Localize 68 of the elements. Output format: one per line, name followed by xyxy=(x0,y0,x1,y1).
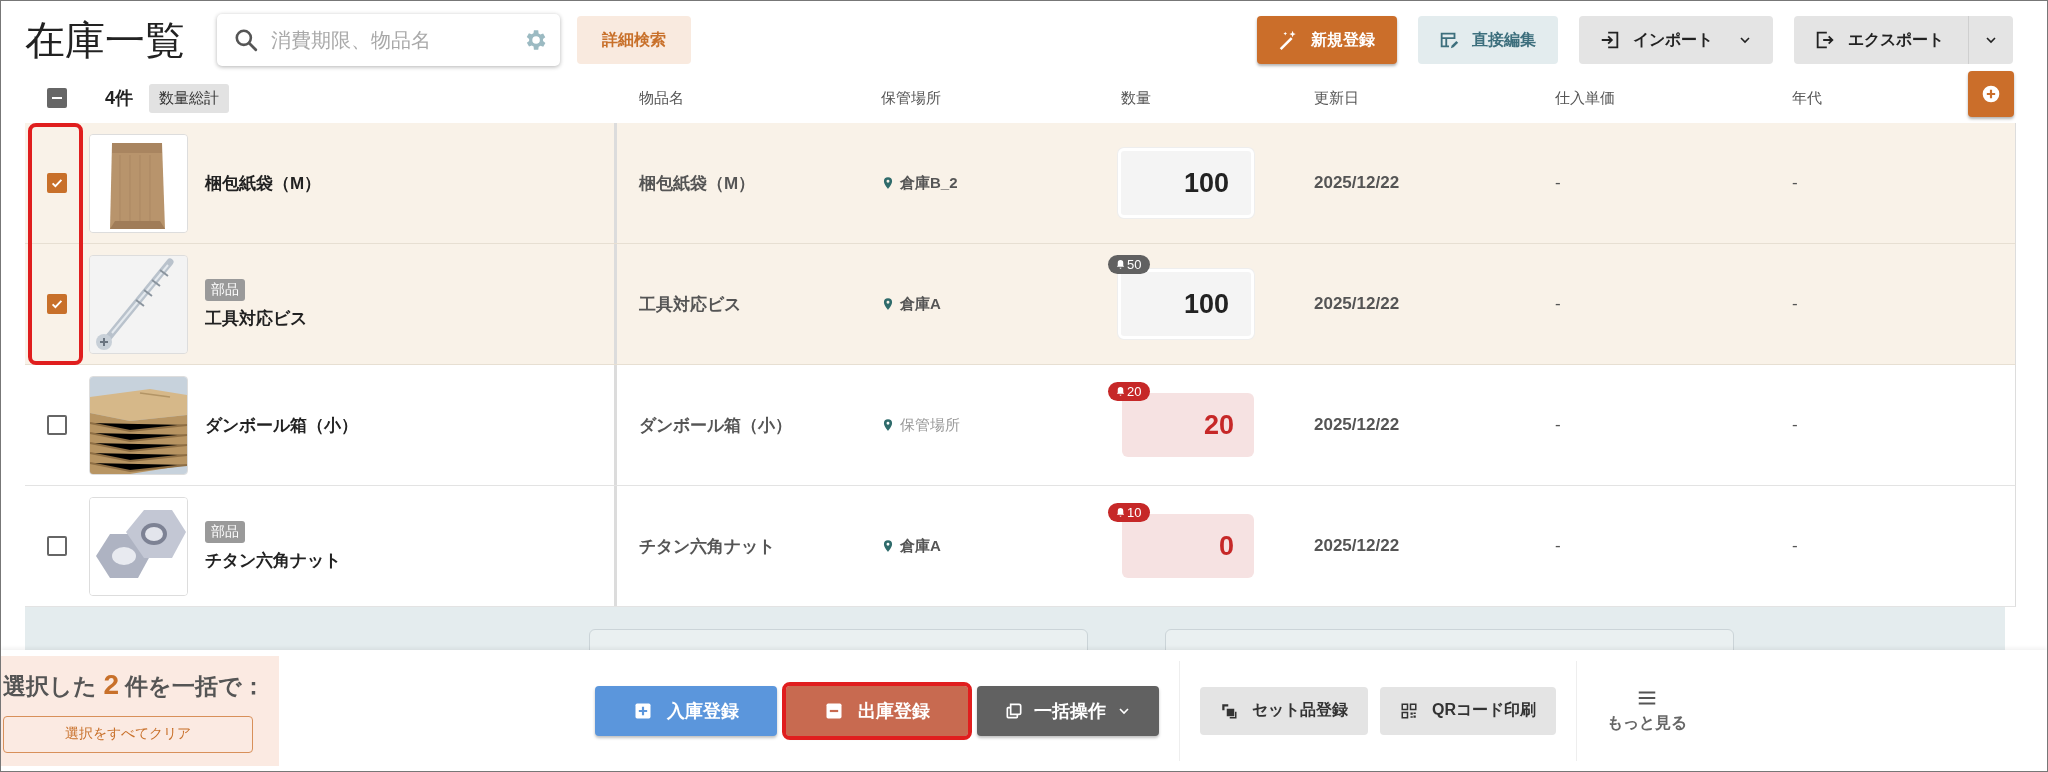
table-cell: - xyxy=(1792,536,1798,556)
category-tag: 部品 xyxy=(205,278,245,301)
table-row[interactable]: ダンボール箱（小） ダンボール箱（小） 保管場所 20 20 2025/12/22 - - xyxy=(25,365,2016,486)
set-icon xyxy=(1220,701,1238,720)
plus-circle-icon xyxy=(1981,84,2001,104)
table-cell-text: ダンボール箱（小） xyxy=(639,414,792,437)
product-name[interactable]: 梱包紙袋（M） xyxy=(205,171,322,195)
search-field[interactable]: 消費期限、物品名 xyxy=(269,27,512,53)
item-count: 4件 xyxy=(105,87,133,110)
column-header: 数量 xyxy=(1121,88,1151,106)
column-header: 物品名 xyxy=(639,88,684,106)
row-checkbox[interactable] xyxy=(47,294,67,314)
page-title: 在庫一覧 xyxy=(25,16,185,64)
select-all-checkbox[interactable] xyxy=(47,88,67,108)
location-placeholder: 保管場所 xyxy=(900,415,960,435)
set-item-button[interactable]: セット品登録 xyxy=(1200,686,1368,735)
new-item-button[interactable]: 新規登録 xyxy=(1257,16,1397,64)
product-name[interactable]: 工具対応ビス xyxy=(205,306,307,330)
row-checkbox[interactable] xyxy=(47,536,67,556)
qr-print-button[interactable]: QRコード印刷 xyxy=(1380,686,1556,735)
alert-threshold-badge: 10 xyxy=(1108,503,1151,522)
export-icon xyxy=(1814,29,1836,51)
table-cell-text: 梱包紙袋（M） xyxy=(639,172,756,195)
bell-icon xyxy=(1115,259,1126,270)
table-row[interactable]: 部品 工具対応ビス 工具対応ビス 倉庫A 100 50 2025/12/22 - - xyxy=(25,244,2016,365)
table-cell: 2025/12/22 xyxy=(1314,536,1400,556)
search-icon xyxy=(233,27,259,53)
table-cell: - xyxy=(1555,173,1561,193)
row-checkbox[interactable] xyxy=(47,173,67,193)
table-cell: 2025/12/22 xyxy=(1314,415,1400,435)
row-checkbox[interactable] xyxy=(47,415,67,435)
table-cell: - xyxy=(1555,415,1561,435)
column-header: 更新日 xyxy=(1314,88,1359,106)
import-button[interactable]: インポート xyxy=(1579,16,1773,64)
direct-edit-button[interactable]: 直接編集 xyxy=(1418,16,1558,64)
bulk-operation-button[interactable]: 一括操作 xyxy=(977,685,1159,736)
selection-summary: 選択した 2 件を一括で： xyxy=(3,668,267,702)
table-cell: 2025/12/22 xyxy=(1314,294,1400,314)
location-text: 倉庫B_2 xyxy=(900,173,958,193)
location-text: 倉庫A xyxy=(900,536,941,556)
table-cell: - xyxy=(1792,415,1798,435)
category-tag: 部品 xyxy=(205,520,245,543)
alert-threshold-badge: 50 xyxy=(1108,255,1151,274)
table-row[interactable]: 梱包紙袋（M） 梱包紙袋（M） 倉庫B_2 100 2025/12/22 - - xyxy=(25,123,2016,244)
location-text: 倉庫A xyxy=(900,294,941,314)
table-cell-text: 工具対応ビス xyxy=(639,293,741,316)
more-button[interactable]: もっと見る xyxy=(1601,686,1693,735)
quantity-field[interactable]: 100 xyxy=(1118,148,1254,218)
product-name[interactable]: ダンボール箱（小） xyxy=(205,413,358,437)
qr-code-icon xyxy=(1400,701,1418,720)
alert-threshold-badge: 20 xyxy=(1108,382,1151,401)
table-cell: - xyxy=(1555,536,1561,556)
column-header: 年代 xyxy=(1792,88,1822,106)
table-cell: - xyxy=(1792,173,1798,193)
product-name[interactable]: チタン六角ナット xyxy=(205,548,341,572)
add-column-button[interactable] xyxy=(1968,71,2014,117)
bell-icon xyxy=(1115,386,1126,397)
table-cell: - xyxy=(1555,294,1561,314)
column-header: 保管場所 xyxy=(881,88,941,106)
table-cell: - xyxy=(1792,294,1798,314)
table-cell: 2025/12/22 xyxy=(1314,173,1400,193)
table-cell-text: チタン六角ナット xyxy=(639,535,775,558)
export-button[interactable]: エクスポート xyxy=(1794,16,1968,64)
column-header: 仕入単価 xyxy=(1555,88,1615,106)
quantity-total-button[interactable]: 数量総計 xyxy=(149,83,229,113)
bell-icon xyxy=(1115,507,1126,518)
import-icon xyxy=(1599,29,1621,51)
quantity-field[interactable]: 100 xyxy=(1118,269,1254,339)
